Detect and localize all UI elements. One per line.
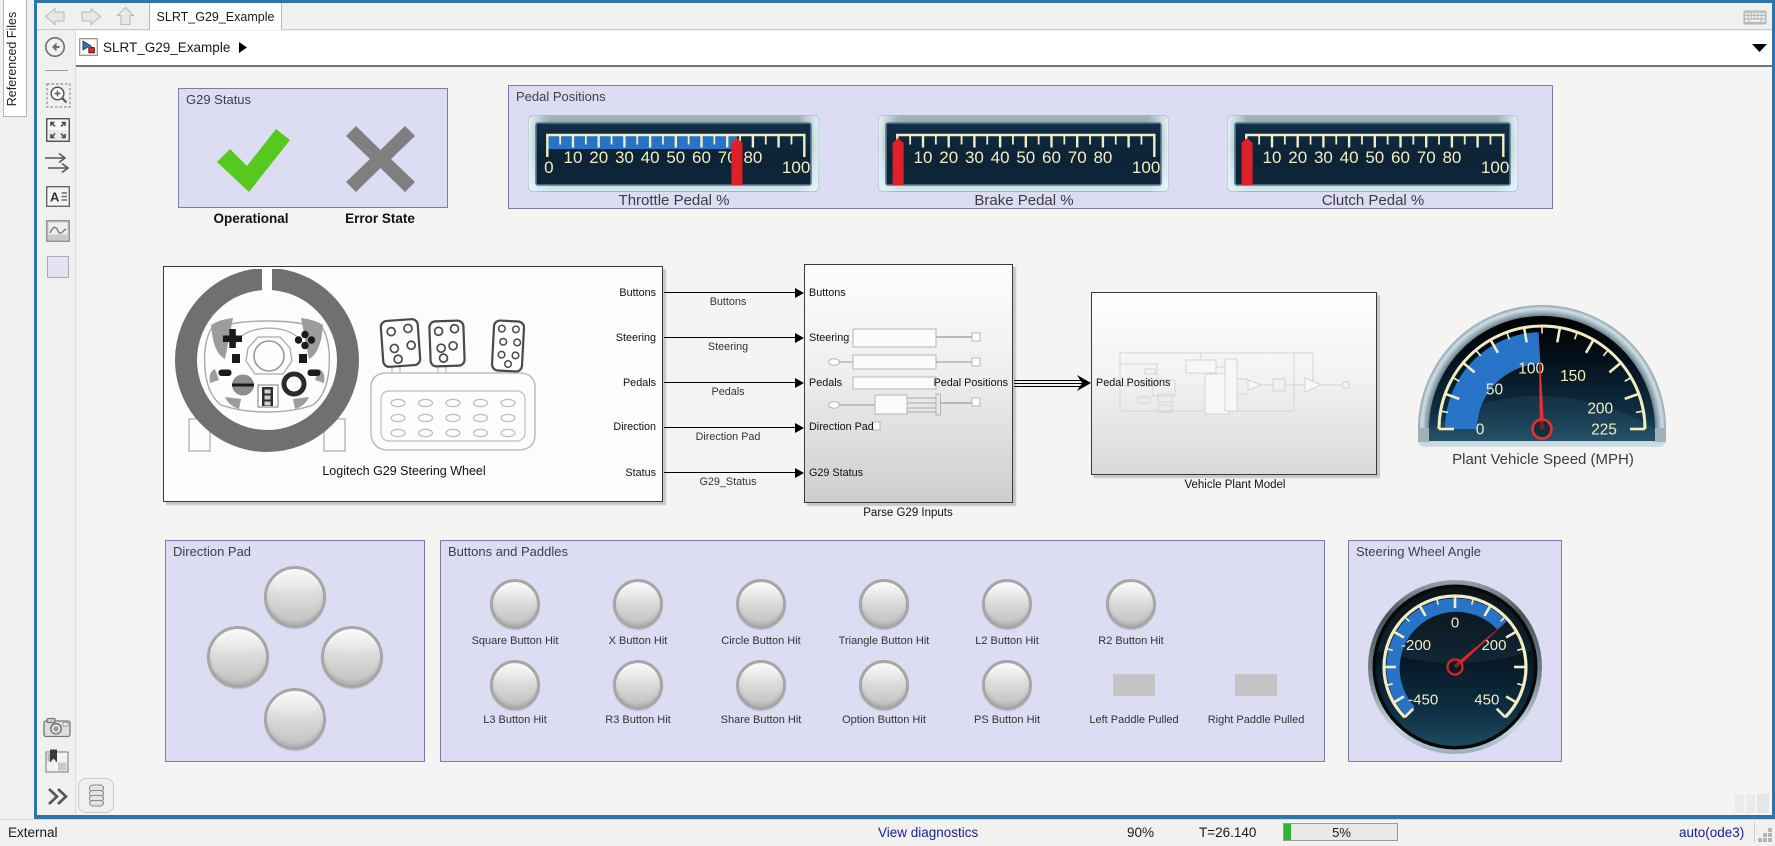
svg-text:150: 150 [1560, 368, 1586, 385]
svg-text:450: 450 [1474, 691, 1499, 708]
svg-text:0: 0 [1451, 615, 1459, 632]
svg-text:60: 60 [1391, 148, 1410, 167]
svg-text:30: 30 [615, 148, 634, 167]
svg-text:200: 200 [1587, 400, 1613, 417]
svg-text:10: 10 [914, 148, 933, 167]
svg-text:50: 50 [1016, 148, 1035, 167]
svg-text:0: 0 [544, 158, 553, 177]
svg-text:10: 10 [1263, 148, 1282, 167]
svg-text:225: 225 [1591, 422, 1617, 439]
svg-text:-450: -450 [1408, 691, 1438, 708]
svg-text:70: 70 [1068, 148, 1087, 167]
svg-text:50: 50 [1365, 148, 1384, 167]
svg-text:100: 100 [782, 158, 810, 177]
svg-text:60: 60 [1042, 148, 1061, 167]
svg-text:20: 20 [589, 148, 608, 167]
svg-text:80: 80 [1442, 148, 1461, 167]
svg-text:A: A [50, 190, 60, 205]
svg-text:60: 60 [692, 148, 711, 167]
svg-text:80: 80 [1093, 148, 1112, 167]
svg-text:10: 10 [564, 148, 583, 167]
svg-text:50: 50 [1486, 382, 1504, 399]
svg-text:100: 100 [1481, 158, 1509, 177]
svg-text:20: 20 [1288, 148, 1307, 167]
svg-text:40: 40 [641, 148, 660, 167]
svg-text:40: 40 [991, 148, 1010, 167]
svg-text:80: 80 [743, 148, 762, 167]
svg-text:0: 0 [1476, 422, 1485, 439]
svg-text:100: 100 [1132, 158, 1160, 177]
svg-text:-200: -200 [1401, 637, 1431, 654]
svg-text:50: 50 [666, 148, 685, 167]
svg-text:20: 20 [939, 148, 958, 167]
svg-text:30: 30 [965, 148, 984, 167]
svg-text:40: 40 [1340, 148, 1359, 167]
svg-text:30: 30 [1314, 148, 1333, 167]
svg-text:70: 70 [1417, 148, 1436, 167]
